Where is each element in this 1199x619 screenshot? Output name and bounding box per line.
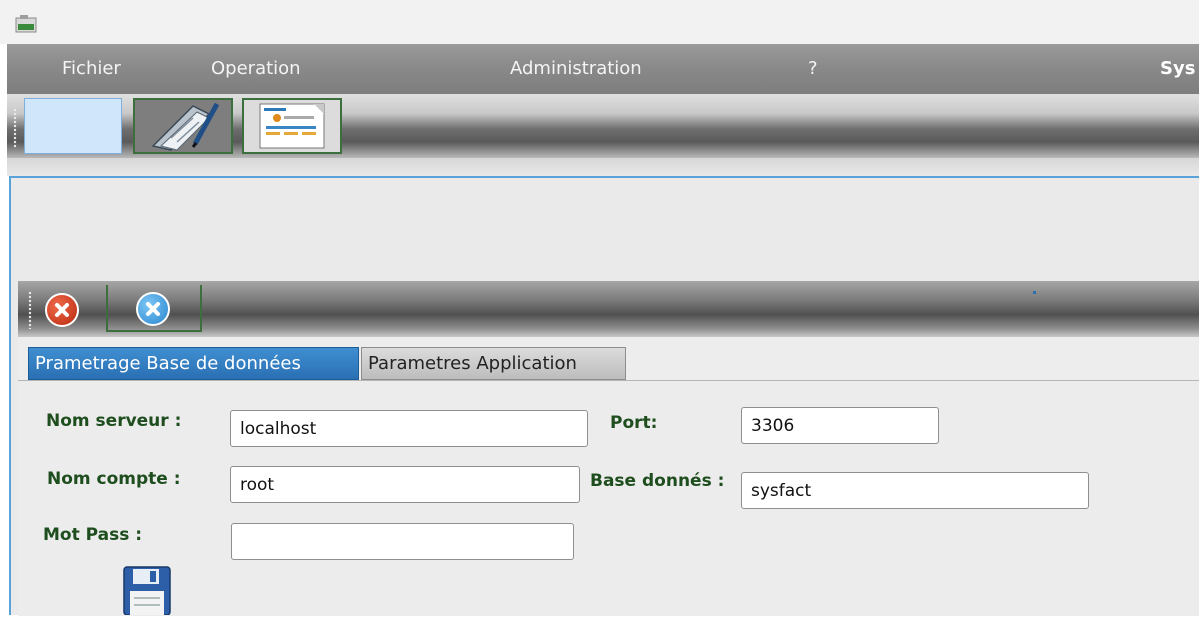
close-circle-blue-icon [146, 302, 160, 316]
menu-help[interactable]: ? [808, 58, 818, 79]
close-red-button[interactable] [45, 293, 79, 327]
tab-database-settings[interactable]: Prametrage Base de données [28, 347, 359, 380]
app-title-fragment: Sys [1160, 58, 1196, 79]
tab-strip: Prametrage Base de données Parametres Ap… [18, 337, 1199, 380]
toolbar-blank-button[interactable] [24, 98, 122, 154]
title-bar [0, 0, 1199, 44]
invoice-icon [259, 103, 325, 149]
password-input[interactable] [231, 523, 574, 560]
menu-administration[interactable]: Administration [510, 58, 642, 79]
save-button[interactable] [122, 565, 172, 616]
database-name-label: Base donnés : [590, 471, 725, 491]
server-name-label: Nom serveur : [46, 411, 182, 431]
server-name-input[interactable]: localhost [230, 410, 588, 447]
document-edit-icon [151, 102, 220, 151]
toolbar-edit-document-button[interactable] [133, 98, 233, 154]
status-dot [1033, 291, 1036, 294]
toolbar-separator [7, 158, 1199, 176]
tab-application-settings[interactable]: Parametres Application [361, 347, 626, 380]
menu-fichier[interactable]: Fichier [62, 58, 121, 79]
close-blue-button-frame[interactable] [106, 285, 202, 332]
window-toolbar-grip[interactable] [28, 291, 32, 329]
port-input[interactable]: 3306 [741, 407, 939, 444]
toolbar-grip[interactable] [13, 108, 17, 148]
app-icon [14, 14, 40, 38]
menu-bar: Fichier Operation Administration ? Sys [7, 44, 1199, 94]
close-circle-red-icon [55, 303, 69, 317]
window-toolbar [18, 281, 1199, 337]
menu-operation[interactable]: Operation [211, 58, 301, 79]
close-blue-button[interactable] [136, 292, 170, 326]
password-label: Mot Pass : [43, 525, 143, 545]
port-label: Port: [610, 413, 658, 433]
main-toolbar [7, 94, 1199, 158]
account-name-input[interactable]: root [230, 466, 580, 503]
database-name-input[interactable]: sysfact [741, 472, 1089, 509]
toolbar-invoice-button[interactable] [242, 98, 342, 154]
floppy-disk-icon [123, 566, 171, 616]
account-name-label: Nom compte : [47, 469, 181, 489]
